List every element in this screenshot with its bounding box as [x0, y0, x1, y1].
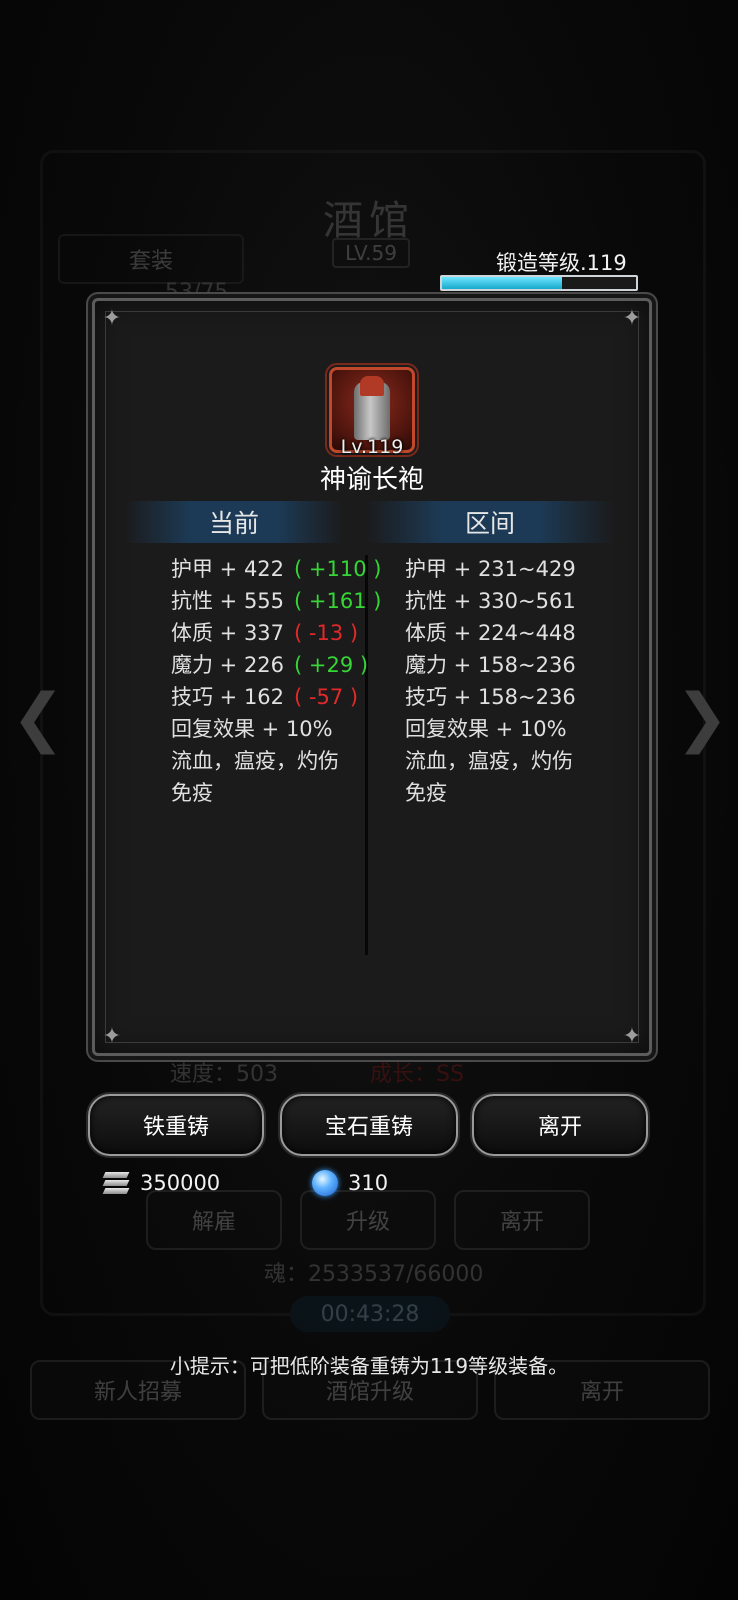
- stat-label: 技巧 + 162: [171, 685, 285, 709]
- gem-reforge-button[interactable]: 宝石重铸: [280, 1094, 458, 1156]
- corner-ornament-icon: ✦: [102, 305, 122, 331]
- robe-icon[interactable]: Lv.119: [329, 367, 415, 458]
- stat-delta: ( -57 ): [294, 685, 359, 709]
- stat-row: 流血，瘟疫，灼伤免疫: [171, 745, 347, 809]
- range-row: 抗性 + 330~561: [405, 589, 576, 613]
- silver-ingot-icon: [102, 1168, 132, 1198]
- chevron-right-icon[interactable]: ❯: [672, 681, 732, 755]
- stat-delta: ( +161 ): [294, 589, 382, 613]
- stat-delta: ( +29 ): [294, 653, 369, 677]
- range-row: 护甲 + 231~429: [405, 557, 576, 581]
- stat-label: 护甲 + 422: [171, 557, 285, 581]
- current-column-header: 当前: [125, 501, 343, 543]
- silver-currency: 350000: [102, 1166, 220, 1200]
- stat-label: 流血，瘟疫，灼伤免疫: [171, 749, 339, 805]
- screen: 酒馆 套装 LV.59 53/75 技巧：1339 速度：503 抗性：643 …: [0, 0, 738, 1600]
- stat-label: 抗性 + 555: [171, 589, 285, 613]
- stat-row: 回复效果 + 10%: [171, 713, 371, 745]
- leave-button[interactable]: 离开: [472, 1094, 648, 1156]
- range-row: 体质 + 224~448: [405, 621, 576, 645]
- stat-delta: ( +110 ): [294, 557, 382, 581]
- silver-amount: 350000: [140, 1171, 221, 1195]
- item-name: 神谕长袍: [319, 465, 424, 495]
- stat-row: 体质 + 337 ( -13 ): [171, 617, 371, 649]
- range-row: 流血，瘟疫，灼伤免疫: [405, 749, 573, 805]
- background-stat: 速度：503: [170, 1062, 278, 1087]
- range-row: 魔力 + 158~236: [405, 653, 576, 677]
- range-column-header: 区间: [367, 501, 613, 543]
- range-stats-list: 护甲 + 231~429 抗性 + 330~561 体质 + 224~448 魔…: [405, 553, 605, 809]
- range-row: 回复效果 + 10%: [405, 717, 567, 741]
- range-row: 技巧 + 158~236: [405, 685, 576, 709]
- stat-delta: ( -13 ): [294, 621, 359, 645]
- stat-row: 魔力 + 226 ( +29 ): [171, 649, 371, 681]
- tip-text: 小提示：可把低阶装备重铸为119等级装备。: [169, 1354, 569, 1378]
- background-leave-button: 离开: [454, 1190, 590, 1250]
- forge-level-label: 锻造等级.119: [496, 251, 627, 275]
- corner-ornament-icon: ✦: [622, 1023, 642, 1049]
- stat-label: 体质 + 337: [171, 621, 285, 645]
- item-panel: ✦ ✦ ✦ ✦ Lv.119 神谕长袍 当前 区间 护甲 + 422 ( +110…: [92, 298, 652, 1056]
- background-soul: 魂：2533537/66000: [264, 1262, 484, 1287]
- forge-progress-fill: [442, 277, 563, 289]
- corner-ornament-icon: ✦: [622, 305, 642, 331]
- stat-row: 抗性 + 555 ( +161 ): [171, 585, 381, 617]
- iron-reforge-button[interactable]: 铁重铸: [88, 1094, 264, 1156]
- robe-collar: [360, 376, 384, 396]
- corner-ornament-icon: ✦: [102, 1023, 122, 1049]
- gem-icon: [312, 1170, 338, 1196]
- current-stats-list: 护甲 + 422 ( +110 ) 抗性 + 555 ( +161 ) 体质 + 3…: [171, 553, 381, 809]
- stat-label: 魔力 + 226: [171, 653, 285, 677]
- chevron-left-icon[interactable]: ❮: [8, 681, 68, 755]
- gem-currency: 310: [312, 1166, 388, 1200]
- background-timer: 00:43:28: [290, 1296, 450, 1332]
- background-stat: 成长：SS: [370, 1062, 464, 1087]
- background-level: LV.59: [332, 238, 410, 268]
- item-level: Lv.119: [340, 436, 404, 458]
- forge-progress-bar: [440, 275, 638, 291]
- stat-row: 护甲 + 422 ( +110 ): [171, 553, 381, 585]
- stat-label: 回复效果 + 10%: [171, 717, 333, 741]
- background-tab-set: 套装: [58, 234, 244, 284]
- gem-amount: 310: [348, 1171, 389, 1195]
- stat-row: 技巧 + 162 ( -57 ): [171, 681, 371, 713]
